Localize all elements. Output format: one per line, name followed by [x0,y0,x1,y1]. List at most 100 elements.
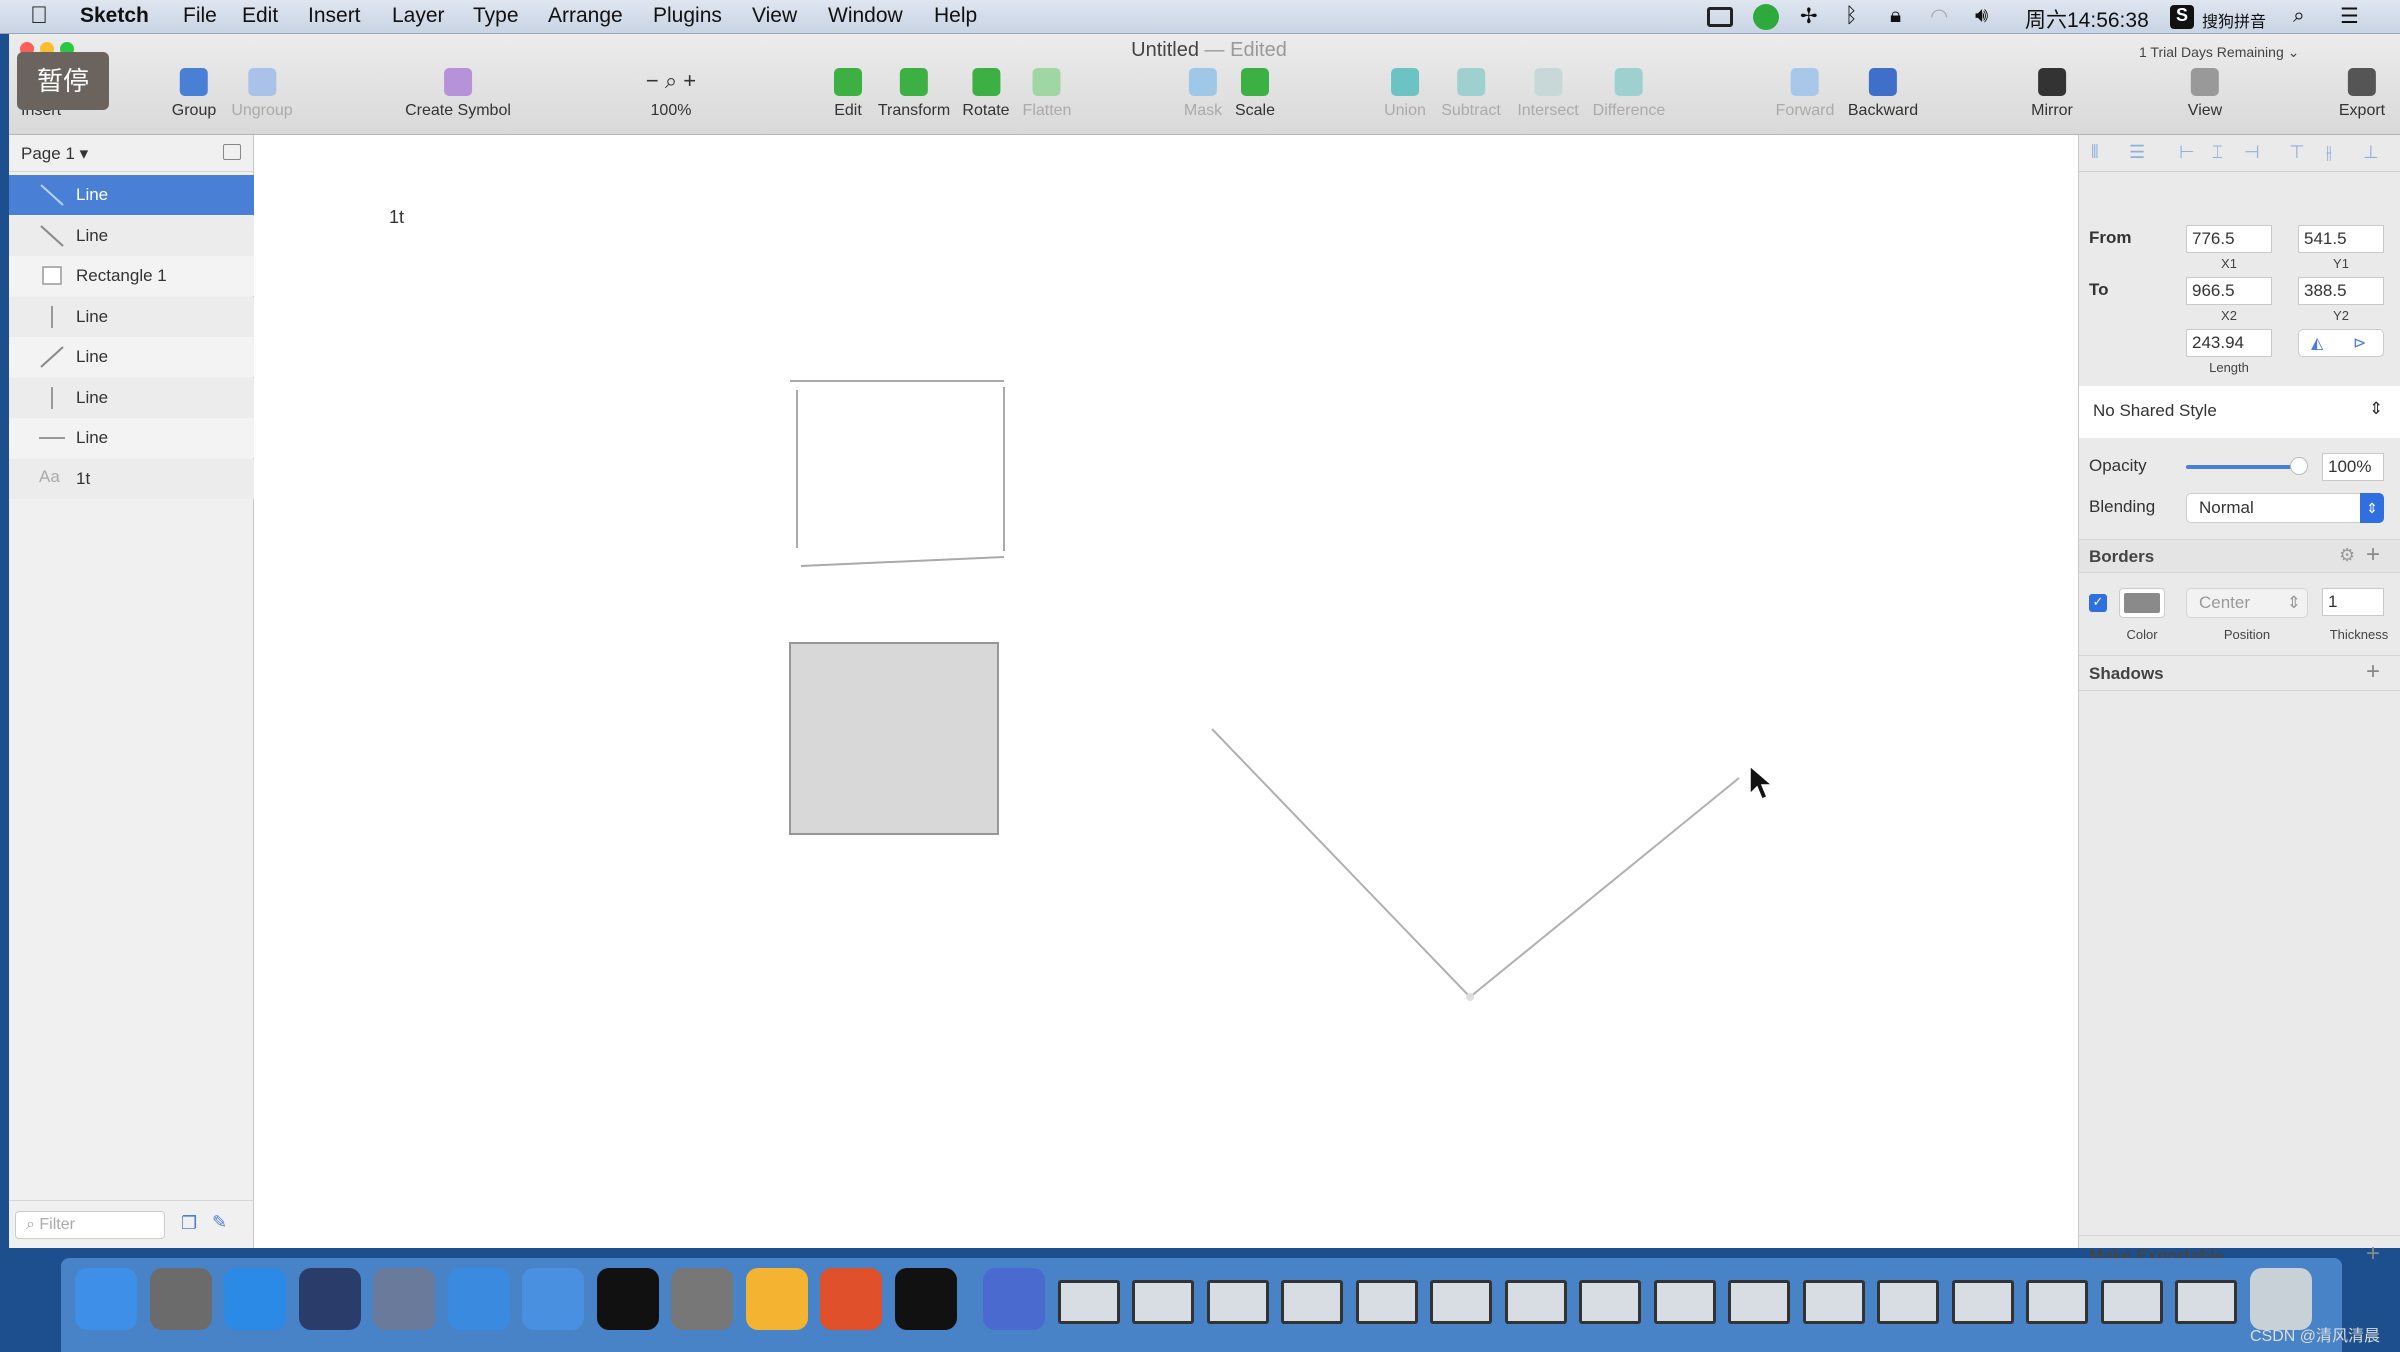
toolbar-edit-button[interactable]: Edit [834,68,862,120]
toolbar-subtract-button[interactable]: Subtract [1441,68,1501,120]
dock-window-15-icon[interactable] [2100,1280,2163,1324]
border-thickness-input[interactable]: 1 [2322,588,2384,616]
dock-window-7-icon[interactable] [1504,1280,1567,1324]
dock-sketch-icon[interactable] [745,1268,808,1330]
lock-icon[interactable]: 🔒︎ [1890,4,1901,28]
dock-window-12-icon[interactable] [1877,1280,1939,1324]
toolbar-backward-button[interactable]: Backward [1848,68,1918,120]
distribute-horizontal-icon[interactable]: ⫴ [2091,142,2099,163]
toolbar-forward-button[interactable]: Forward [1776,68,1834,120]
dock-presentation-icon[interactable] [820,1268,882,1330]
dock-window-13-icon[interactable] [1951,1280,2014,1324]
edit-pencil-icon[interactable]: ✎ [212,1212,227,1233]
menu-view[interactable]: View [752,4,797,28]
layer-row[interactable]: Rectangle 1 [9,256,254,296]
dock-terminal-icon[interactable] [596,1268,659,1330]
x1-input[interactable]: 776.5 [2186,225,2272,253]
align-left-icon[interactable]: ⊢ [2179,142,2195,163]
toolbar-mirror-button[interactable]: Mirror [2031,68,2073,120]
dock-window-5-icon[interactable] [1355,1280,1418,1324]
opacity-slider-thumb[interactable] [2290,457,2308,475]
menu-window[interactable]: Window [828,4,903,28]
status-app-icon[interactable] [1753,4,1779,30]
border-position-select[interactable]: Center ⇕ [2186,588,2308,618]
clock[interactable]: 周六14:56:38 [2025,4,2149,34]
menu-layer[interactable]: Layer [392,4,445,28]
spotlight-icon[interactable]: ⌕ [2293,4,2305,28]
toolbar-mask-button[interactable]: Mask [1184,68,1222,120]
dock-window-16-icon[interactable] [2175,1280,2237,1324]
y2-input[interactable]: 388.5 [2298,277,2384,305]
canvas-drawing[interactable] [254,135,2078,1248]
toggle-pages-icon[interactable] [223,144,241,160]
toolbar-transform-button[interactable]: Transform [878,68,950,120]
menu-type[interactable]: Type [473,4,519,28]
layer-row[interactable]: Line [9,175,254,215]
opacity-slider[interactable] [2186,465,2301,469]
canvas[interactable]: 1t [254,135,2078,1248]
dock-window-1-icon[interactable] [1057,1280,1120,1324]
blending-select[interactable]: Normal ⇕ [2186,493,2384,523]
layer-row[interactable]: Line [9,296,254,337]
border-color-well[interactable] [2119,588,2165,618]
opacity-input[interactable]: 100% [2322,453,2384,481]
dock-window-9-icon[interactable] [1653,1280,1716,1324]
toolbar-scale-button[interactable]: Scale [1235,68,1275,120]
dock-safari-icon[interactable] [224,1268,286,1330]
dock-system-preferences-icon[interactable] [671,1268,733,1330]
layer-row[interactable]: Line [9,215,254,256]
menu-edit[interactable]: Edit [242,4,278,28]
flip-vertical-icon[interactable]: ⊳ [2353,333,2366,353]
dock-trash-icon[interactable] [2249,1268,2312,1330]
dock-window-14-icon[interactable] [2026,1280,2088,1324]
border-enabled-checkbox[interactable]: ✓ [2089,594,2107,612]
ime-label[interactable]: 搜狗拼音 [2202,8,2266,32]
menu-arrange[interactable]: Arrange [548,4,623,28]
toolbar-create-symbol-button[interactable]: Create Symbol [405,68,511,120]
length-input[interactable]: 243.94 [2186,329,2272,357]
toolbar-intersect-button[interactable]: Intersect [1517,68,1579,120]
add-shadow-plus-icon[interactable]: + [2366,658,2380,686]
align-middle-icon[interactable]: ⫲ [2326,142,2332,163]
layer-row[interactable]: Line [9,337,254,377]
dock-window-4-icon[interactable] [1281,1280,1343,1324]
dock-simulator-icon[interactable] [522,1268,584,1330]
dock-window-2-icon[interactable] [1132,1280,1194,1324]
make-exportable-plus-icon[interactable]: + [2366,1240,2380,1268]
menu-insert[interactable]: Insert [308,4,361,28]
layer-row[interactable]: Line [9,418,254,458]
shared-style-select[interactable]: No Shared Style ⇕ [2079,386,2400,438]
bluetooth-icon[interactable]: ᛒ [1845,4,1858,28]
wifi-icon[interactable]: ◠ [1930,4,1948,29]
apple-menu-icon[interactable]:  [30,2,48,30]
toolbar-group-button[interactable]: Group [172,68,216,120]
volume-icon[interactable]: 🔊︎ [1975,4,1988,28]
toolbar-ungroup-button[interactable]: Ungroup [231,68,293,120]
align-right-icon[interactable]: ⊣ [2244,142,2260,163]
dock-console-icon[interactable] [894,1268,957,1330]
pause-overlay[interactable]: 暂停 [17,52,109,110]
dock-window-3-icon[interactable] [1206,1280,1269,1324]
add-border-plus-icon[interactable]: + [2366,541,2380,569]
dock-imovie-icon[interactable] [373,1268,435,1330]
layer-row[interactable]: Line [9,377,254,418]
toolbar-flatten-button[interactable]: Flatten [1023,68,1071,120]
align-top-icon[interactable]: ⊤ [2289,142,2305,163]
toolbar-union-button[interactable]: Union [1384,68,1426,120]
toolbar-rotate-button[interactable]: Rotate [962,68,1010,120]
y1-input[interactable]: 541.5 [2298,225,2384,253]
text-layer-1t[interactable]: 1t [389,207,404,228]
filter-input[interactable]: ⌕ Filter [15,1211,165,1239]
fan-icon[interactable]: ✢ [1800,4,1818,29]
menu-file[interactable]: File [183,4,217,28]
border-settings-gear-icon[interactable]: ⚙ [2339,545,2355,566]
dock-window-10-icon[interactable] [1728,1280,1790,1324]
page-selector[interactable]: Page 1 ▾ [21,144,88,164]
layer-copy-icon[interactable]: ❐ [181,1213,197,1234]
toolbar-difference-button[interactable]: Difference [1593,68,1665,120]
screen-record-icon[interactable] [1707,7,1733,27]
layer-row[interactable]: Aa 1t [9,458,254,499]
toolbar-export-button[interactable]: Export [2339,68,2385,120]
dock-xcode-icon[interactable] [447,1268,510,1330]
align-bottom-icon[interactable]: ⊥ [2363,142,2379,163]
